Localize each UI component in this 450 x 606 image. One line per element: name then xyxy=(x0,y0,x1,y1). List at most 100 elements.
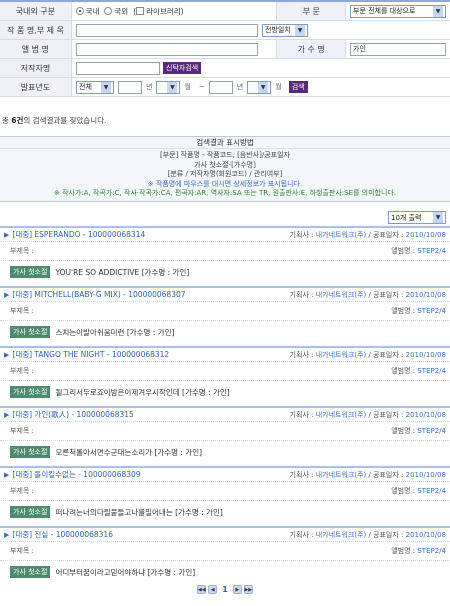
info-line: 가사 첫소절-[가수명] xyxy=(194,160,256,169)
next-page-button[interactable]: ▶ xyxy=(232,585,242,594)
first-page-button[interactable]: ◀◀ xyxy=(197,585,207,594)
chevron-down-icon: ▼ xyxy=(258,81,269,93)
info-heading: 검색결과 표시방법 xyxy=(0,137,450,149)
start-year-input[interactable] xyxy=(118,80,142,94)
lyrics-text: 스치는이발아쉬움미련 [가수명 : 가인] xyxy=(55,327,175,337)
list-item: ▶ [대중] 가인(歌人) - 100000068315 기획사 : 내가네트워… xyxy=(0,406,450,466)
item-sub-row: 부제목 : 앨범명 : STEP2/4 xyxy=(0,482,450,501)
author-row: 저작자명 신탁자검색 xyxy=(0,59,450,78)
lyrics-badge: 가사 첫소절 xyxy=(10,326,51,338)
title-row: 작 품 명,부 제 목 전방일치 ▼ xyxy=(0,21,450,40)
page-number[interactable]: 1 xyxy=(222,585,228,594)
range-separator: ~ xyxy=(198,83,205,91)
item-lyrics-row: 가사 첫소절 모른척톨아서면수군대는소리가 [가수명 : 가인] xyxy=(0,441,450,463)
subtitle-label: 부제목 : xyxy=(10,487,34,495)
lyrics-text: 모른척톨아서면수군대는소리가 [가수명 : 가인] xyxy=(55,447,203,457)
author-input[interactable] xyxy=(76,61,160,75)
item-title-row: ▶ [대중] 돌이킬수없는 - 100000068309 기획사 : 내가네트워… xyxy=(0,468,450,482)
list-item: ▶ [대중] MITCHELL(BABY-G MIX) - 1000000683… xyxy=(0,286,450,346)
search-button[interactable]: 검색 xyxy=(288,81,308,93)
radio-icon[interactable] xyxy=(104,7,113,15)
radio-foreign[interactable]: 국외 xyxy=(104,6,128,17)
list-item: ▶ [대중] 진실 - 100000068316 기획사 : 내가네트워크(주)… xyxy=(0,526,450,586)
last-page-button[interactable]: ▶▶ xyxy=(243,585,253,594)
info-line: [부문] 작품명 - 작품코드, [음반사]/공표일자 xyxy=(160,151,290,159)
chevron-down-icon: ▼ xyxy=(433,5,443,17)
arrow-icon: ▶ xyxy=(4,530,10,539)
subtitle-label: 부제목 : xyxy=(10,547,34,555)
item-title-link[interactable]: [대중] 진실 - 100000068316 xyxy=(12,529,113,540)
year-label: 발표년도 xyxy=(0,78,72,96)
info-note-roles: ※ 작사가:A, 작곡가:C, 작사·작곡가:CA, 편곡자:AR, 역사자:S… xyxy=(53,189,397,197)
item-lyrics-row: 가사 첫소절 될그리서두로죠이밤은이제겨우시작인데 [가수명 : 가인] xyxy=(0,381,450,403)
info-body: [부문] 작품명 - 작품코드, [음반사]/공표일자 가사 첫소절-[가수명]… xyxy=(0,149,450,199)
trustee-search-button[interactable]: 신탁자검색 xyxy=(163,62,202,74)
year-type-select[interactable]: 전체 ▼ xyxy=(76,80,114,94)
item-sub-row: 부제목 : 앨범명 : STEP2/4 xyxy=(0,302,450,321)
item-sub-row: 부제목 : 앨범명 : STEP2/4 xyxy=(0,362,450,381)
lyrics-text: YOU'RE SO ADDICTIVE [가수명 : 가인] xyxy=(55,267,190,277)
arrow-icon: ▶ xyxy=(4,290,10,299)
item-lyrics-row: 가사 첫소절 어디부터꿈이라고믿어야하냐 [가수명 : 가인] xyxy=(0,561,450,583)
chevron-down-icon: ▼ xyxy=(295,24,305,36)
item-sub-row: 부제목 : 앨범명 : STEP2/4 xyxy=(0,422,450,441)
arrow-icon: ▶ xyxy=(4,470,10,479)
lyrics-badge: 가사 첫소절 xyxy=(10,446,51,458)
section-cell: 부문 전체를 대상으로 ▼ xyxy=(346,2,450,20)
checkbox-icon[interactable] xyxy=(136,7,145,15)
item-sub-row: 부제목 : 앨범명 : STEP2/4 xyxy=(0,242,450,261)
item-title-link[interactable]: [대중] 돌이킬수없는 - 100000068309 xyxy=(12,469,140,480)
pagination: ◀◀ ◀ 1 ▶ ▶▶ xyxy=(0,585,450,594)
chevron-down-icon: ▼ xyxy=(167,81,178,93)
author-label: 저작자명 xyxy=(0,59,72,77)
item-publisher: 기획사 : 내가네트워크(주) / 공표일자 : 2010/10/08 xyxy=(289,470,446,479)
section-select[interactable]: 부문 전체를 대상으로 ▼ xyxy=(350,4,446,18)
match-select[interactable]: 전방일치 ▼ xyxy=(262,23,308,37)
singer-input[interactable]: 가인 xyxy=(350,42,446,56)
album-row: 앨 범 명 가 수 명 가인 xyxy=(0,40,450,59)
checkbox-library[interactable]: (라이브러리) xyxy=(133,6,183,17)
item-sub-row: 부제목 : 앨범명 : STEP2/4 xyxy=(0,542,450,561)
item-album: 앨범명 : STEP2/4 xyxy=(391,367,446,375)
subtitle-label: 부제목 : xyxy=(10,427,34,435)
title-cell: 전방일치 ▼ xyxy=(72,21,312,39)
display-info-box: 검색결과 표시방법 [부문] 작품명 - 작품코드, [음반사]/공표일자 가사… xyxy=(0,136,450,202)
end-year-input[interactable] xyxy=(208,80,233,94)
month-unit: 월 xyxy=(275,83,282,91)
subtitle-label: 부제목 : xyxy=(10,247,34,255)
album-cell xyxy=(72,40,277,58)
result-count: 총 6건의 검색결과를 찾았습니다. xyxy=(2,116,107,125)
singer-label: 가 수 명 xyxy=(276,40,346,58)
item-title-link[interactable]: [대중] MITCHELL(BABY-G MIX) - 100000068307 xyxy=(12,289,185,300)
item-lyrics-row: 가사 첫소절 YOU'RE SO ADDICTIVE [가수명 : 가인] xyxy=(0,261,450,283)
item-title-link[interactable]: [대중] TANGO THE NIGHT - 100000068312 xyxy=(12,349,169,360)
prev-page-button[interactable]: ◀ xyxy=(208,585,218,594)
item-publisher: 기획사 : 내가네트워크(주) / 공표일자 : 2010/10/08 xyxy=(289,410,446,419)
year-row: 발표년도 전체 ▼ 년 ▼ 월 ~ 년 ▼ 월 검색 xyxy=(0,78,450,97)
start-month-select[interactable]: ▼ xyxy=(156,80,181,94)
search-form: 국내외 구분 국내 국외 (라이브러리) 부 문 부문 전체를 대상으로 ▼ 작 … xyxy=(0,0,450,97)
end-month-select[interactable]: ▼ xyxy=(247,80,272,94)
album-input[interactable] xyxy=(75,42,258,56)
radio-icon[interactable] xyxy=(75,7,84,15)
item-publisher: 기획사 : 내가네트워크(주) / 공표일자 : 2010/10/08 xyxy=(289,530,446,539)
item-title-row: ▶ [대중] TANGO THE NIGHT - 100000068312 기획… xyxy=(0,348,450,362)
item-title-link[interactable]: [대중] 가인(歌人) - 100000068315 xyxy=(12,409,133,420)
item-album: 앨범명 : STEP2/4 xyxy=(391,427,446,435)
per-page-select[interactable]: 10개 출력 ▼ xyxy=(388,211,446,224)
section-label: 부 문 xyxy=(276,2,346,20)
item-album: 앨범명 : STEP2/4 xyxy=(391,487,446,495)
region-row: 국내외 구분 국내 국외 (라이브러리) 부 문 부문 전체를 대상으로 ▼ xyxy=(0,2,450,21)
item-album: 앨범명 : STEP2/4 xyxy=(391,307,446,315)
item-title-link[interactable]: [대중] ESPERANDO - 100000068314 xyxy=(12,229,145,240)
arrow-icon: ▶ xyxy=(4,350,10,359)
lyrics-text: 될그리서두로죠이밤은이제겨우시작인데 [가수명 : 가인] xyxy=(55,387,230,397)
lyrics-badge: 가사 첫소절 xyxy=(10,386,51,398)
lyrics-text: 어디부터꿈이라고믿어야하냐 [가수명 : 가인] xyxy=(55,567,196,577)
title-input[interactable] xyxy=(76,23,258,37)
lyrics-badge: 가사 첫소절 xyxy=(10,266,51,278)
radio-domestic[interactable]: 국내 xyxy=(75,6,99,17)
month-unit: 월 xyxy=(184,83,191,91)
info-line: [분류 / 저작자명(회원코드) / 관리여부] xyxy=(167,170,283,178)
lyrics-badge: 가사 첫소절 xyxy=(10,506,51,518)
